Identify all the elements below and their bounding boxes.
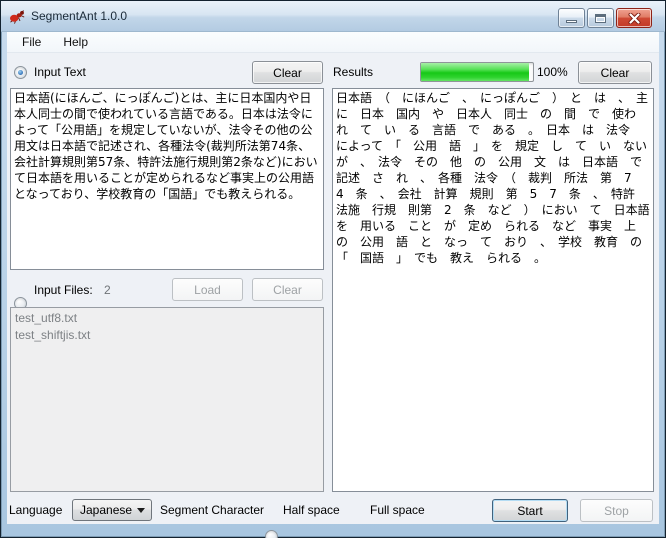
progress-percent: 100%: [537, 65, 568, 79]
full-space-label: Full space: [370, 503, 425, 517]
start-button[interactable]: Start: [492, 499, 568, 522]
close-button[interactable]: [616, 8, 652, 28]
half-space-label: Half space: [283, 503, 340, 517]
segment-character-label: Segment Character: [160, 503, 264, 517]
maximize-button[interactable]: [587, 8, 614, 28]
input-text-area[interactable]: 日本語(にほんご、にっぽんご)とは、主に日本国内や日本人同士の間で使われている言…: [10, 88, 324, 270]
clear-results-button[interactable]: Clear: [578, 61, 652, 84]
language-selected-value: Japanese: [80, 503, 132, 517]
minimize-icon: [566, 20, 577, 23]
titlebar[interactable]: SegmentAnt 1.0.0: [1, 1, 665, 32]
input-files-count: 2: [104, 283, 111, 297]
file-list-item[interactable]: test_utf8.txt: [15, 310, 319, 327]
maximize-icon: [595, 14, 606, 23]
caption-buttons: [558, 8, 652, 28]
window-title: SegmentAnt 1.0.0: [31, 9, 127, 23]
file-list-item[interactable]: test_shiftjis.txt: [15, 327, 319, 344]
input-files-label: Input Files:: [34, 283, 93, 297]
menu-file[interactable]: File: [13, 33, 50, 51]
app-icon: [9, 8, 25, 24]
minimize-button[interactable]: [558, 8, 585, 28]
progress-fill: [421, 63, 529, 81]
file-list[interactable]: test_utf8.txt test_shiftjis.txt: [10, 307, 324, 492]
input-text-label: Input Text: [34, 65, 86, 79]
progress-bar: [420, 62, 534, 82]
load-files-button[interactable]: Load: [172, 278, 243, 301]
language-select[interactable]: Japanese: [72, 499, 152, 521]
menu-help[interactable]: Help: [54, 33, 97, 51]
stop-button[interactable]: Stop: [580, 499, 653, 522]
clear-input-text-button[interactable]: Clear: [252, 61, 323, 84]
language-label: Language: [9, 503, 62, 517]
input-text-radio[interactable]: [14, 66, 27, 79]
app-window: SegmentAnt 1.0.0 File Help Input Text Cl…: [0, 0, 666, 538]
menubar: File Help: [7, 32, 659, 53]
results-text-area[interactable]: 日本語 （ にほんご 、 にっぽんご ） と は 、 主 に 日本 国内 や 日…: [332, 88, 654, 492]
half-space-radio[interactable]: [265, 530, 278, 538]
results-label: Results: [333, 65, 373, 79]
close-icon: [628, 13, 641, 24]
chevron-down-icon: [137, 508, 145, 513]
clear-files-button[interactable]: Clear: [252, 278, 323, 301]
